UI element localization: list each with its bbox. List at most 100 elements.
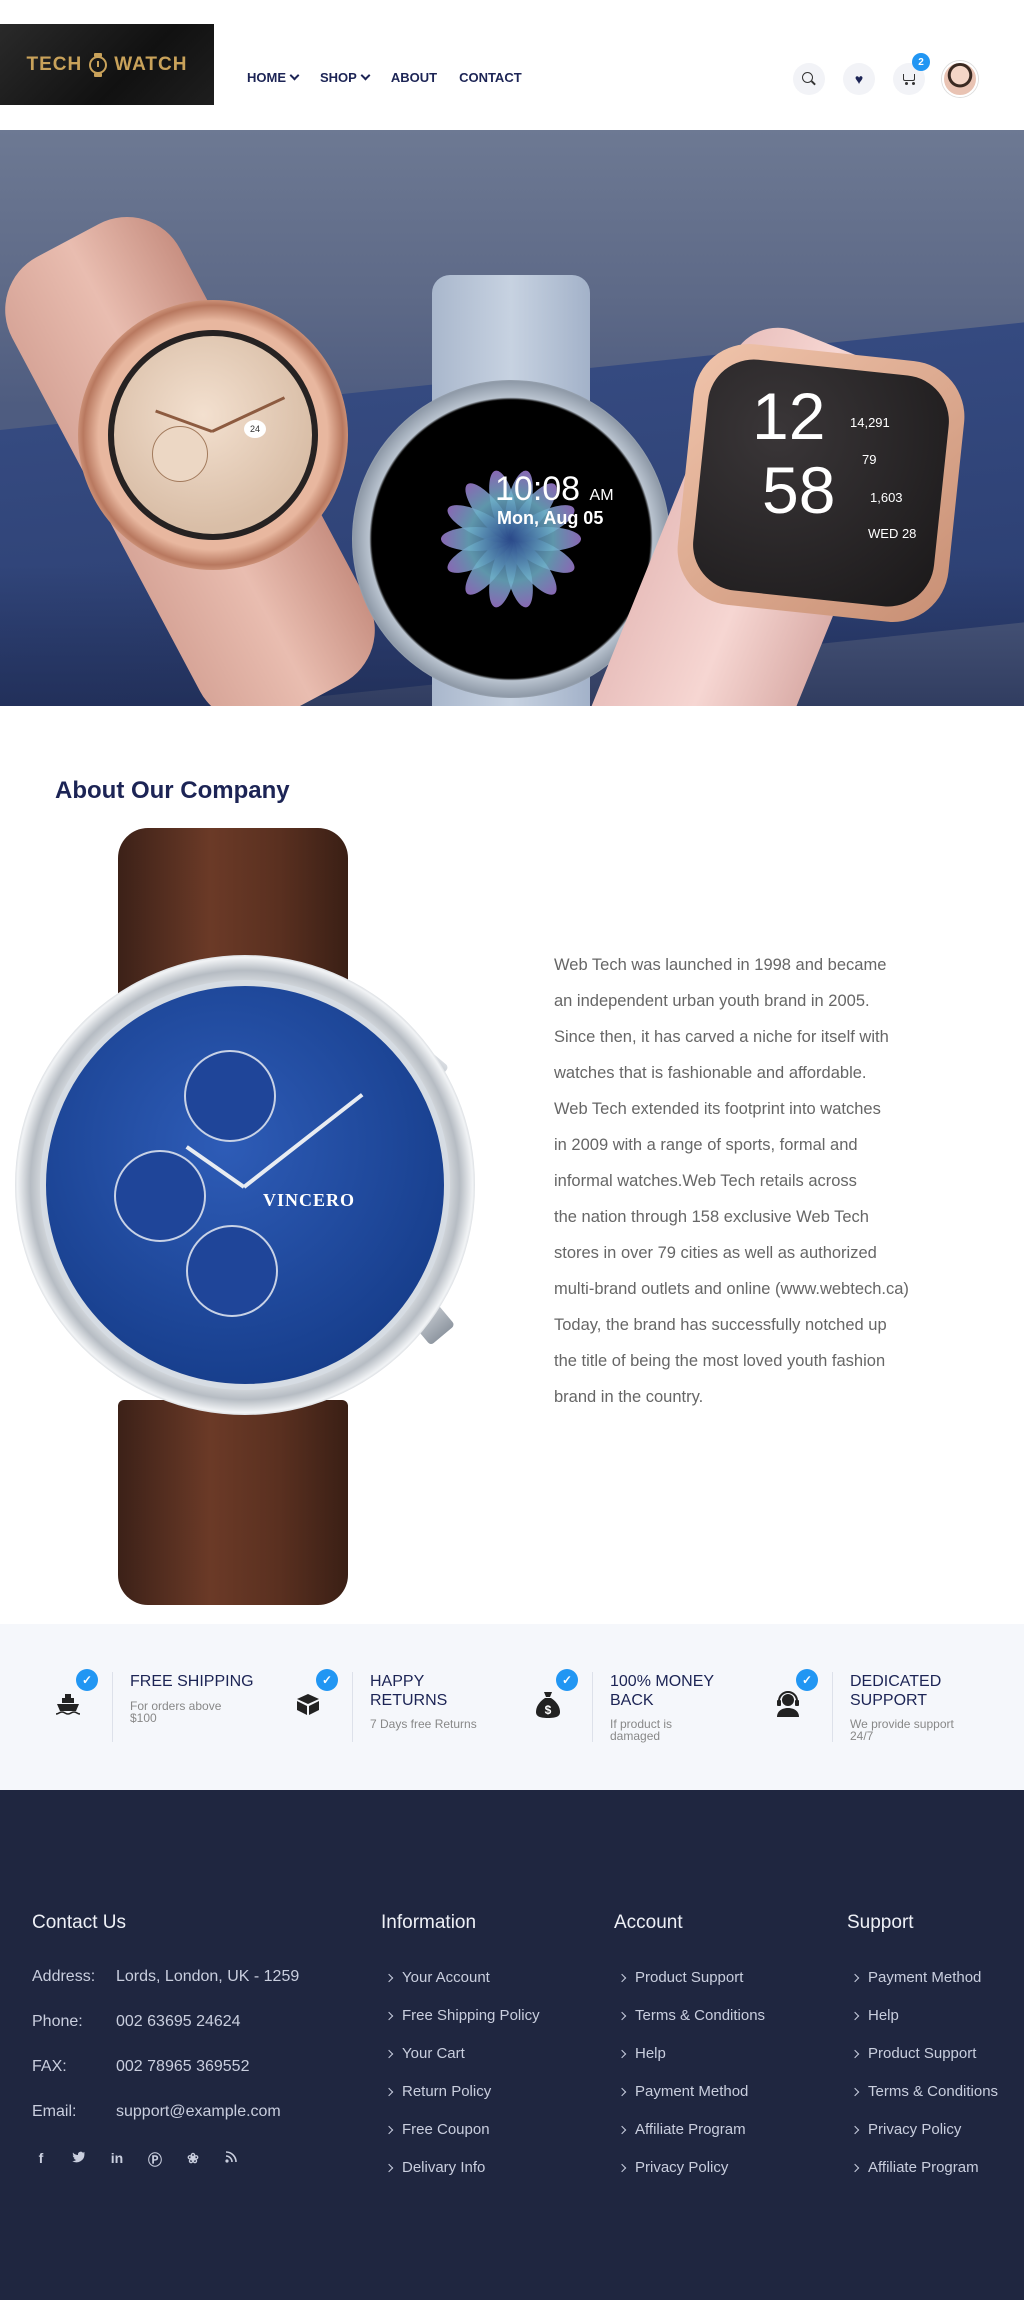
footer-link-support[interactable]: Affiliate Program bbox=[850, 2159, 979, 2176]
footer-contact-heading: Contact Us bbox=[32, 1912, 126, 1933]
main-nav: HOME SHOP ABOUT CONTACT bbox=[247, 70, 522, 85]
about-watch-image: VINCERO bbox=[0, 820, 500, 1620]
wishlist-button[interactable]: ♥ bbox=[843, 63, 875, 95]
social-links: f in Ⓟ ❀ bbox=[32, 2150, 240, 2170]
footer-link-support[interactable]: Payment Method bbox=[850, 1969, 981, 1986]
chevron-right-icon bbox=[384, 2163, 394, 2172]
chevron-right-icon bbox=[617, 2049, 627, 2058]
about-text-line: watches that is fashionable and affordab… bbox=[554, 1064, 867, 1082]
footer-support-heading: Support bbox=[847, 1912, 914, 1933]
watch-logo-icon bbox=[88, 52, 108, 77]
features-bar: ✓ FREE SHIPPING For orders above $100 ✓ … bbox=[0, 1624, 1024, 1790]
chevron-right-icon bbox=[850, 2125, 860, 2134]
chevron-right-icon bbox=[617, 2163, 627, 2172]
footer-information-heading: Information bbox=[381, 1912, 477, 1933]
check-icon: ✓ bbox=[76, 1669, 98, 1691]
footer-link-account[interactable]: Affiliate Program bbox=[617, 2121, 746, 2138]
footer-link-information[interactable]: Delivary Info bbox=[384, 2159, 485, 2176]
chevron-right-icon bbox=[850, 1973, 860, 1982]
heart-icon: ♥ bbox=[854, 71, 864, 87]
watch-time: 10:08 AM bbox=[495, 470, 614, 508]
facebook-icon[interactable]: f bbox=[32, 2150, 50, 2170]
watch-hour: 12 bbox=[752, 379, 826, 453]
about-text-line: Today, the brand has successfully notche… bbox=[554, 1316, 887, 1334]
linkedin-icon[interactable]: in bbox=[108, 2150, 126, 2170]
search-button[interactable] bbox=[793, 63, 825, 95]
footer-link-support[interactable]: Help bbox=[850, 2007, 899, 2024]
footer-link-account[interactable]: Product Support bbox=[617, 1969, 743, 1986]
about-text-line: multi-brand outlets and online (www.webt… bbox=[554, 1280, 909, 1298]
nav-shop[interactable]: SHOP bbox=[320, 70, 371, 85]
watch-heart-rate: 79 bbox=[862, 452, 877, 467]
chevron-right-icon bbox=[384, 2087, 394, 2096]
site-footer: Contact Us Information Account Support A… bbox=[0, 1790, 1024, 2300]
footer-link-account[interactable]: Help bbox=[617, 2045, 666, 2062]
footer-link-support[interactable]: Product Support bbox=[850, 2045, 976, 2062]
watch-date: Mon, Aug 05 bbox=[497, 508, 604, 528]
chevron-right-icon bbox=[850, 2049, 860, 2058]
chevron-right-icon bbox=[617, 2011, 627, 2020]
chevron-right-icon bbox=[850, 2087, 860, 2096]
chevron-right-icon bbox=[850, 2011, 860, 2020]
footer-link-account[interactable]: Terms & Conditions bbox=[617, 2007, 765, 2024]
chevron-right-icon bbox=[384, 2049, 394, 2058]
nav-about[interactable]: ABOUT bbox=[391, 70, 437, 85]
watch-calories: 1,603 bbox=[870, 490, 903, 505]
chevron-down-icon bbox=[289, 70, 300, 81]
chevron-right-icon bbox=[617, 2087, 627, 2096]
watch-steps: 14,291 bbox=[850, 415, 890, 430]
site-header: TECH WATCH HOME SHOP ABOUT CONTACT ♥ 2 bbox=[0, 0, 1024, 130]
cart-icon bbox=[901, 72, 917, 86]
footer-link-information[interactable]: Free Shipping Policy bbox=[384, 2007, 540, 2024]
about-title: About Our Company bbox=[55, 777, 290, 804]
cart-count-badge: 2 bbox=[912, 53, 930, 71]
about-text-line: the title of being the most loved youth … bbox=[554, 1352, 886, 1370]
chevron-right-icon bbox=[384, 1973, 394, 1982]
chevron-down-icon bbox=[360, 70, 371, 81]
footer-account-heading: Account bbox=[614, 1912, 683, 1933]
logo[interactable]: TECH WATCH bbox=[0, 24, 214, 105]
footer-link-information[interactable]: Your Cart bbox=[384, 2045, 465, 2062]
check-icon: ✓ bbox=[556, 1669, 578, 1691]
watch-day: WED 28 bbox=[868, 526, 917, 541]
footer-link-information[interactable]: Free Coupon bbox=[384, 2121, 490, 2138]
chevron-right-icon bbox=[384, 2011, 394, 2020]
chevron-right-icon bbox=[384, 2125, 394, 2134]
check-icon: ✓ bbox=[316, 1669, 338, 1691]
date-window: 24 bbox=[244, 420, 266, 438]
pinterest-icon[interactable]: Ⓟ bbox=[146, 2150, 164, 2170]
footer-link-account[interactable]: Privacy Policy bbox=[617, 2159, 728, 2176]
about-text-line: informal watches.Web Tech retails across bbox=[554, 1172, 857, 1190]
dribbble-icon[interactable]: ❀ bbox=[184, 2150, 202, 2170]
nav-home[interactable]: HOME bbox=[247, 70, 300, 85]
logo-text-right: WATCH bbox=[114, 53, 188, 75]
watch-minute: 58 bbox=[762, 453, 836, 527]
svg-text:$: $ bbox=[545, 1703, 552, 1717]
about-text-line: in 2009 with a range of sports, formal a… bbox=[554, 1136, 858, 1154]
rss-icon[interactable] bbox=[222, 2150, 240, 2170]
avatar[interactable] bbox=[942, 61, 978, 97]
footer-link-support[interactable]: Terms & Conditions bbox=[850, 2083, 998, 2100]
about-text-line: Since then, it has carved a niche for it… bbox=[554, 1028, 889, 1046]
chevron-right-icon bbox=[617, 2125, 627, 2134]
about-text-line: Web Tech was launched in 1998 and became bbox=[554, 956, 887, 974]
nav-contact[interactable]: CONTACT bbox=[459, 70, 522, 85]
about-text-line: an independent urban youth brand in 2005… bbox=[554, 992, 870, 1010]
about-text-line: stores in over 79 cities as well as auth… bbox=[554, 1244, 877, 1262]
about-text-line: the nation through 158 exclusive Web Tec… bbox=[554, 1208, 869, 1226]
email-link[interactable]: support@example.com bbox=[116, 2103, 281, 2121]
search-icon bbox=[802, 72, 816, 86]
twitter-icon[interactable] bbox=[70, 2150, 88, 2170]
chevron-right-icon bbox=[617, 1973, 627, 1982]
about-description: Web Tech was launched in 1998 and became… bbox=[554, 947, 974, 1415]
chevron-right-icon bbox=[850, 2163, 860, 2172]
hero-banner: 24 10:08 AM Mon, Aug 05 12 58 14,291 79 … bbox=[0, 130, 1024, 706]
about-text-line: brand in the country. bbox=[554, 1388, 704, 1406]
footer-link-support[interactable]: Privacy Policy bbox=[850, 2121, 961, 2138]
footer-link-account[interactable]: Payment Method bbox=[617, 2083, 748, 2100]
footer-link-information[interactable]: Return Policy bbox=[384, 2083, 491, 2100]
about-text-line: Web Tech extended its footprint into wat… bbox=[554, 1100, 881, 1118]
footer-link-information[interactable]: Your Account bbox=[384, 1969, 490, 1986]
watch-brand: VINCERO bbox=[263, 1190, 356, 1210]
logo-text-left: TECH bbox=[26, 53, 83, 75]
